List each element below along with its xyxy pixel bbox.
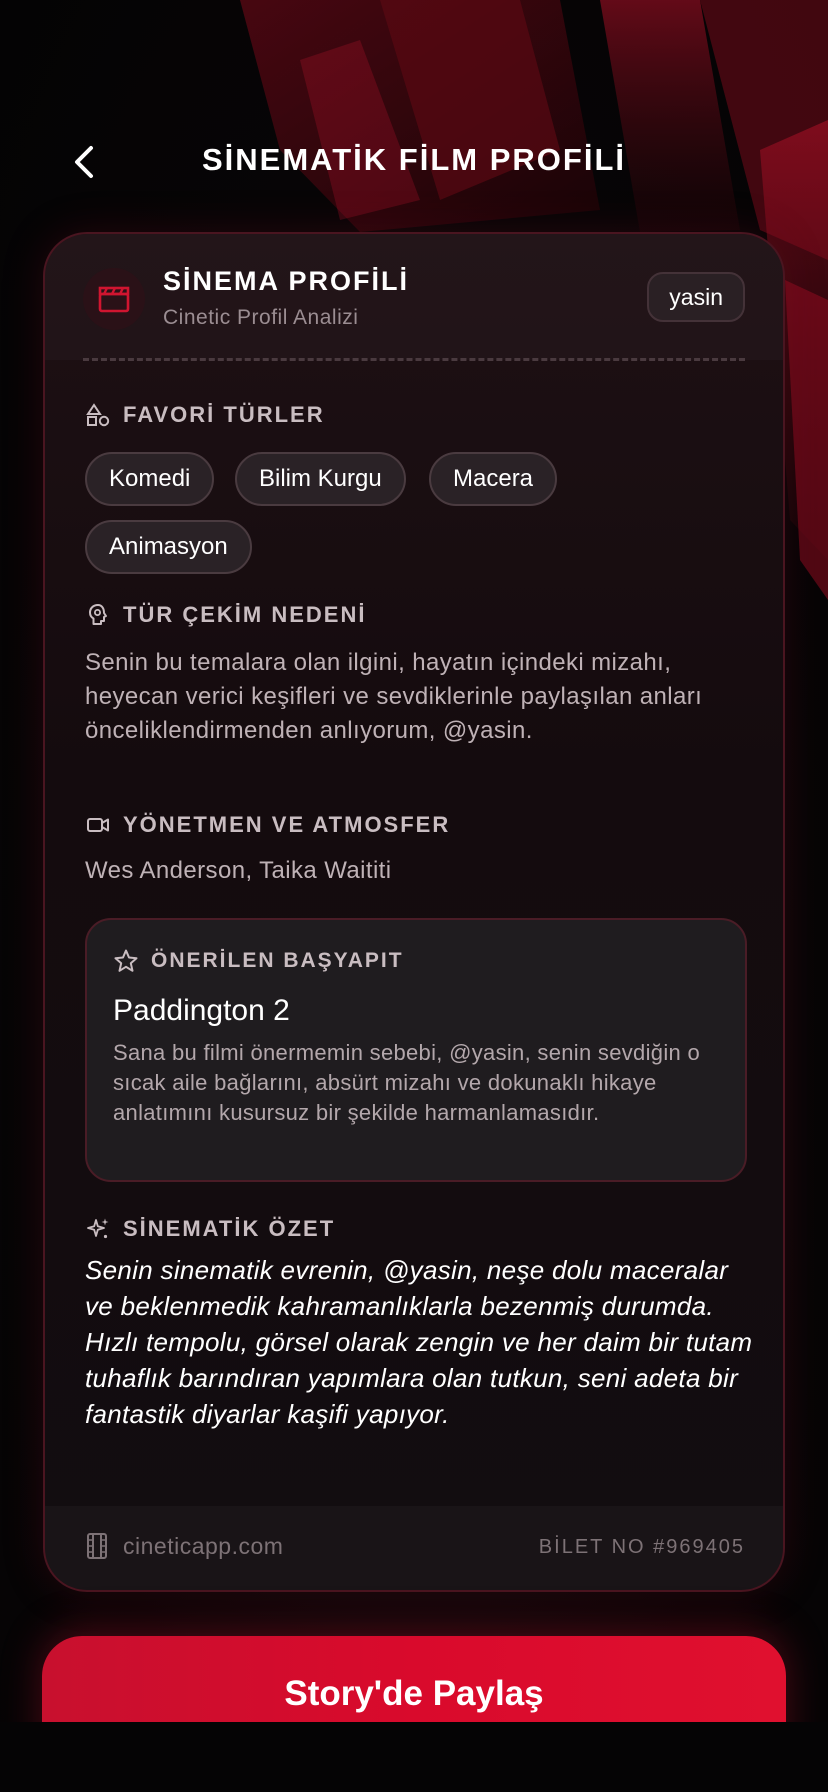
- film-strip-icon: [87, 1533, 107, 1559]
- clapperboard-icon: [98, 286, 130, 313]
- summary-heading: SİNEMATİK ÖZET: [85, 1216, 335, 1242]
- clapper-badge: [83, 268, 145, 330]
- footer-site: cineticapp.com: [85, 1532, 283, 1560]
- brain-icon: [89, 604, 107, 625]
- card-header: SİNEMA PROFİLİ Cinetic Profil Analizi ya…: [45, 234, 783, 360]
- sparkles-icon: [87, 1218, 109, 1239]
- genres-heading-label: FAVORİ TÜRLER: [123, 402, 325, 427]
- card-title: SİNEMA PROFİLİ: [163, 266, 410, 296]
- masterpiece-heading: ÖNERİLEN BAŞYAPIT: [113, 948, 404, 974]
- page: SİNEMATİK FİLM PROFİLİ SİNEMA PROFİLİ Ci…: [0, 0, 828, 1792]
- genre-chip: Animasyon: [85, 520, 252, 574]
- summary-heading-label: SİNEMATİK ÖZET: [123, 1216, 336, 1241]
- genre-chip: Komedi: [85, 452, 215, 506]
- genre-chip: Bilim Kurgu: [235, 452, 406, 506]
- username-badge: yasin: [647, 272, 745, 322]
- summary-text: Senin sinematik evrenin, @yasin, neşe do…: [85, 1255, 753, 1429]
- video-camera-icon: [87, 818, 109, 832]
- site-url: cineticapp.com: [123, 1532, 284, 1559]
- ticket-divider: [83, 358, 745, 361]
- masterpiece-heading-label: ÖNERİLEN BAŞYAPIT: [151, 949, 404, 972]
- ticket-number: BİLET NO #969405: [538, 1536, 745, 1558]
- reason-heading-label: TÜR ÇEKİM NEDENİ: [123, 602, 367, 627]
- app-header: SİNEMATİK FİLM PROFİLİ: [0, 130, 828, 194]
- recommended-film-box: ÖNERİLEN BAŞYAPIT Paddington 2 Sana bu f…: [85, 918, 747, 1182]
- shapes-icon: [86, 403, 110, 427]
- star-icon: [114, 949, 138, 972]
- directors-text: Wes Anderson, Taika Waititi: [85, 857, 392, 884]
- reason-text: Senin bu temalara olan ilgini, hayatın i…: [85, 649, 703, 744]
- genres-heading: FAVORİ TÜRLER: [85, 402, 325, 428]
- directors-heading-label: YÖNETMEN VE ATMOSFER: [123, 812, 451, 837]
- card-footer: cineticapp.com BİLET NO #969405: [45, 1506, 783, 1590]
- film-reason-text: Sana bu filmi önermemin sebebi, @yasin, …: [113, 1040, 700, 1125]
- genre-chip: Macera: [429, 452, 558, 506]
- page-title: SİNEMATİK FİLM PROFİLİ: [201, 142, 626, 177]
- reason-heading: TÜR ÇEKİM NEDENİ: [85, 602, 366, 628]
- bottom-safe-area: [0, 1722, 828, 1792]
- profile-card: SİNEMA PROFİLİ Cinetic Profil Analizi ya…: [43, 232, 785, 1592]
- directors-heading: YÖNETMEN VE ATMOSFER: [85, 812, 450, 838]
- card-subtitle: Cinetic Profil Analizi: [163, 306, 359, 329]
- film-title: Paddington 2: [113, 994, 290, 1027]
